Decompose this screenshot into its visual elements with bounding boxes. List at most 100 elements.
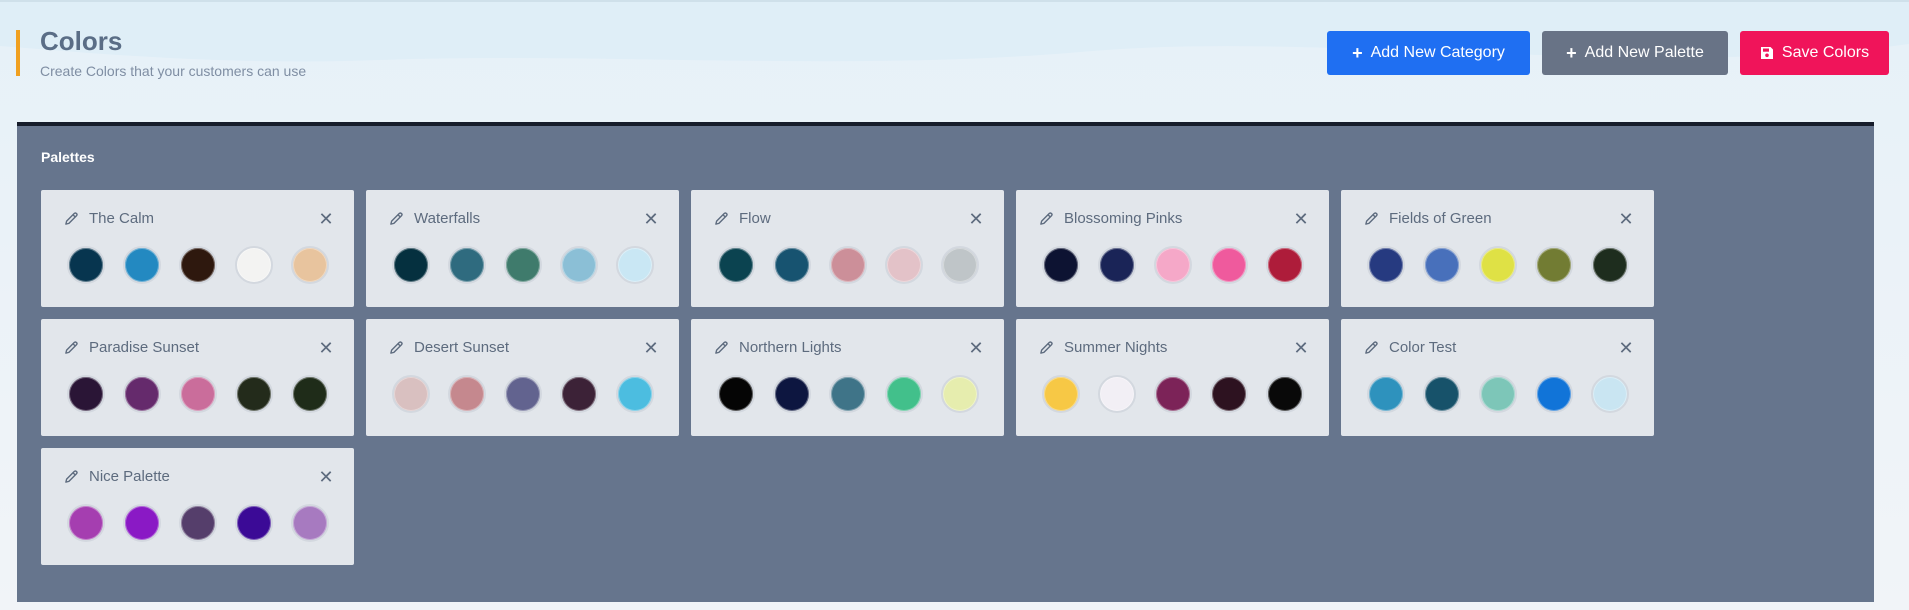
color-swatch[interactable] [179, 375, 217, 413]
color-swatch[interactable] [1423, 246, 1461, 284]
color-swatch[interactable] [1591, 246, 1629, 284]
palette-swatches [392, 375, 654, 413]
pencil-icon[interactable] [388, 211, 404, 227]
close-icon[interactable]: ✕ [1293, 339, 1309, 357]
save-colors-button[interactable]: Save Colors [1740, 31, 1889, 75]
color-swatch[interactable] [1479, 375, 1517, 413]
palette-card: Nice Palette ✕ [41, 448, 354, 565]
color-swatch[interactable] [773, 375, 811, 413]
pencil-icon[interactable] [63, 211, 79, 227]
color-swatch[interactable] [291, 504, 329, 542]
color-swatch[interactable] [448, 246, 486, 284]
palette-card: The Calm ✕ [41, 190, 354, 307]
color-swatch[interactable] [717, 246, 755, 284]
add-new-category-button[interactable]: + Add New Category [1327, 31, 1530, 75]
close-icon[interactable]: ✕ [318, 468, 334, 486]
color-swatch[interactable] [392, 246, 430, 284]
color-swatch[interactable] [291, 375, 329, 413]
color-swatch[interactable] [392, 375, 430, 413]
palette-card-header: Blossoming Pinks ✕ [1038, 210, 1309, 228]
pencil-icon[interactable] [63, 340, 79, 356]
color-swatch[interactable] [885, 375, 923, 413]
color-swatch[interactable] [560, 246, 598, 284]
color-swatch[interactable] [616, 246, 654, 284]
palette-card-header: The Calm ✕ [63, 210, 334, 228]
pencil-icon[interactable] [388, 340, 404, 356]
color-swatch[interactable] [1154, 375, 1192, 413]
color-swatch[interactable] [1535, 375, 1573, 413]
close-icon[interactable]: ✕ [968, 210, 984, 228]
color-swatch[interactable] [67, 375, 105, 413]
color-swatch[interactable] [941, 246, 979, 284]
add-new-palette-button[interactable]: + Add New Palette [1542, 31, 1728, 75]
pencil-icon[interactable] [1363, 211, 1379, 227]
palette-card-header: Fields of Green ✕ [1363, 210, 1634, 228]
color-swatch[interactable] [773, 246, 811, 284]
color-swatch[interactable] [179, 504, 217, 542]
close-icon[interactable]: ✕ [643, 210, 659, 228]
colors-page: Colors Create Colors that your customers… [0, 0, 1909, 610]
page-title: Colors [40, 26, 123, 56]
header-actions: + Add New Category + Add New Palette Sav… [1327, 31, 1889, 75]
color-swatch[interactable] [291, 246, 329, 284]
palette-name: Blossoming Pinks [1064, 210, 1183, 227]
close-icon[interactable]: ✕ [318, 210, 334, 228]
palette-swatches [717, 375, 979, 413]
color-swatch[interactable] [123, 375, 161, 413]
palette-swatches [1367, 375, 1629, 413]
pencil-icon[interactable] [63, 469, 79, 485]
close-icon[interactable]: ✕ [1618, 210, 1634, 228]
palette-grid: The Calm ✕ Waterfalls ✕ Flow ✕ Blossoming Pink… [41, 190, 1654, 565]
pencil-icon[interactable] [1038, 340, 1054, 356]
color-swatch[interactable] [1210, 375, 1248, 413]
palette-swatches [67, 375, 329, 413]
color-swatch[interactable] [1154, 246, 1192, 284]
color-swatch[interactable] [616, 375, 654, 413]
close-icon[interactable]: ✕ [968, 339, 984, 357]
close-icon[interactable]: ✕ [318, 339, 334, 357]
close-icon[interactable]: ✕ [643, 339, 659, 357]
pencil-icon[interactable] [713, 340, 729, 356]
palette-swatches [67, 246, 329, 284]
pencil-icon[interactable] [713, 211, 729, 227]
color-swatch[interactable] [1423, 375, 1461, 413]
close-icon[interactable]: ✕ [1293, 210, 1309, 228]
color-swatch[interactable] [448, 375, 486, 413]
color-swatch[interactable] [1098, 375, 1136, 413]
color-swatch[interactable] [123, 246, 161, 284]
color-swatch[interactable] [1210, 246, 1248, 284]
color-swatch[interactable] [67, 246, 105, 284]
color-swatch[interactable] [1591, 375, 1629, 413]
color-swatch[interactable] [235, 246, 273, 284]
color-swatch[interactable] [1266, 375, 1304, 413]
color-swatch[interactable] [504, 375, 542, 413]
color-swatch[interactable] [1042, 375, 1080, 413]
color-swatch[interactable] [1266, 246, 1304, 284]
color-swatch[interactable] [717, 375, 755, 413]
color-swatch[interactable] [1535, 246, 1573, 284]
color-swatch[interactable] [504, 246, 542, 284]
color-swatch[interactable] [67, 504, 105, 542]
palette-card-header: Summer Nights ✕ [1038, 339, 1309, 357]
color-swatch[interactable] [829, 375, 867, 413]
color-swatch[interactable] [179, 246, 217, 284]
color-swatch[interactable] [1042, 246, 1080, 284]
pencil-icon[interactable] [1363, 340, 1379, 356]
color-swatch[interactable] [123, 504, 161, 542]
color-swatch[interactable] [1479, 246, 1517, 284]
color-swatch[interactable] [1367, 246, 1405, 284]
page-subtitle: Create Colors that your customers can us… [40, 63, 307, 79]
color-swatch[interactable] [941, 375, 979, 413]
pencil-icon[interactable] [1038, 211, 1054, 227]
plus-icon: + [1352, 43, 1363, 63]
color-swatch[interactable] [235, 375, 273, 413]
color-swatch[interactable] [885, 246, 923, 284]
color-swatch[interactable] [1098, 246, 1136, 284]
color-swatch[interactable] [560, 375, 598, 413]
palette-name: Waterfalls [414, 210, 481, 227]
palette-swatches [717, 246, 979, 284]
color-swatch[interactable] [829, 246, 867, 284]
color-swatch[interactable] [1367, 375, 1405, 413]
close-icon[interactable]: ✕ [1618, 339, 1634, 357]
color-swatch[interactable] [235, 504, 273, 542]
